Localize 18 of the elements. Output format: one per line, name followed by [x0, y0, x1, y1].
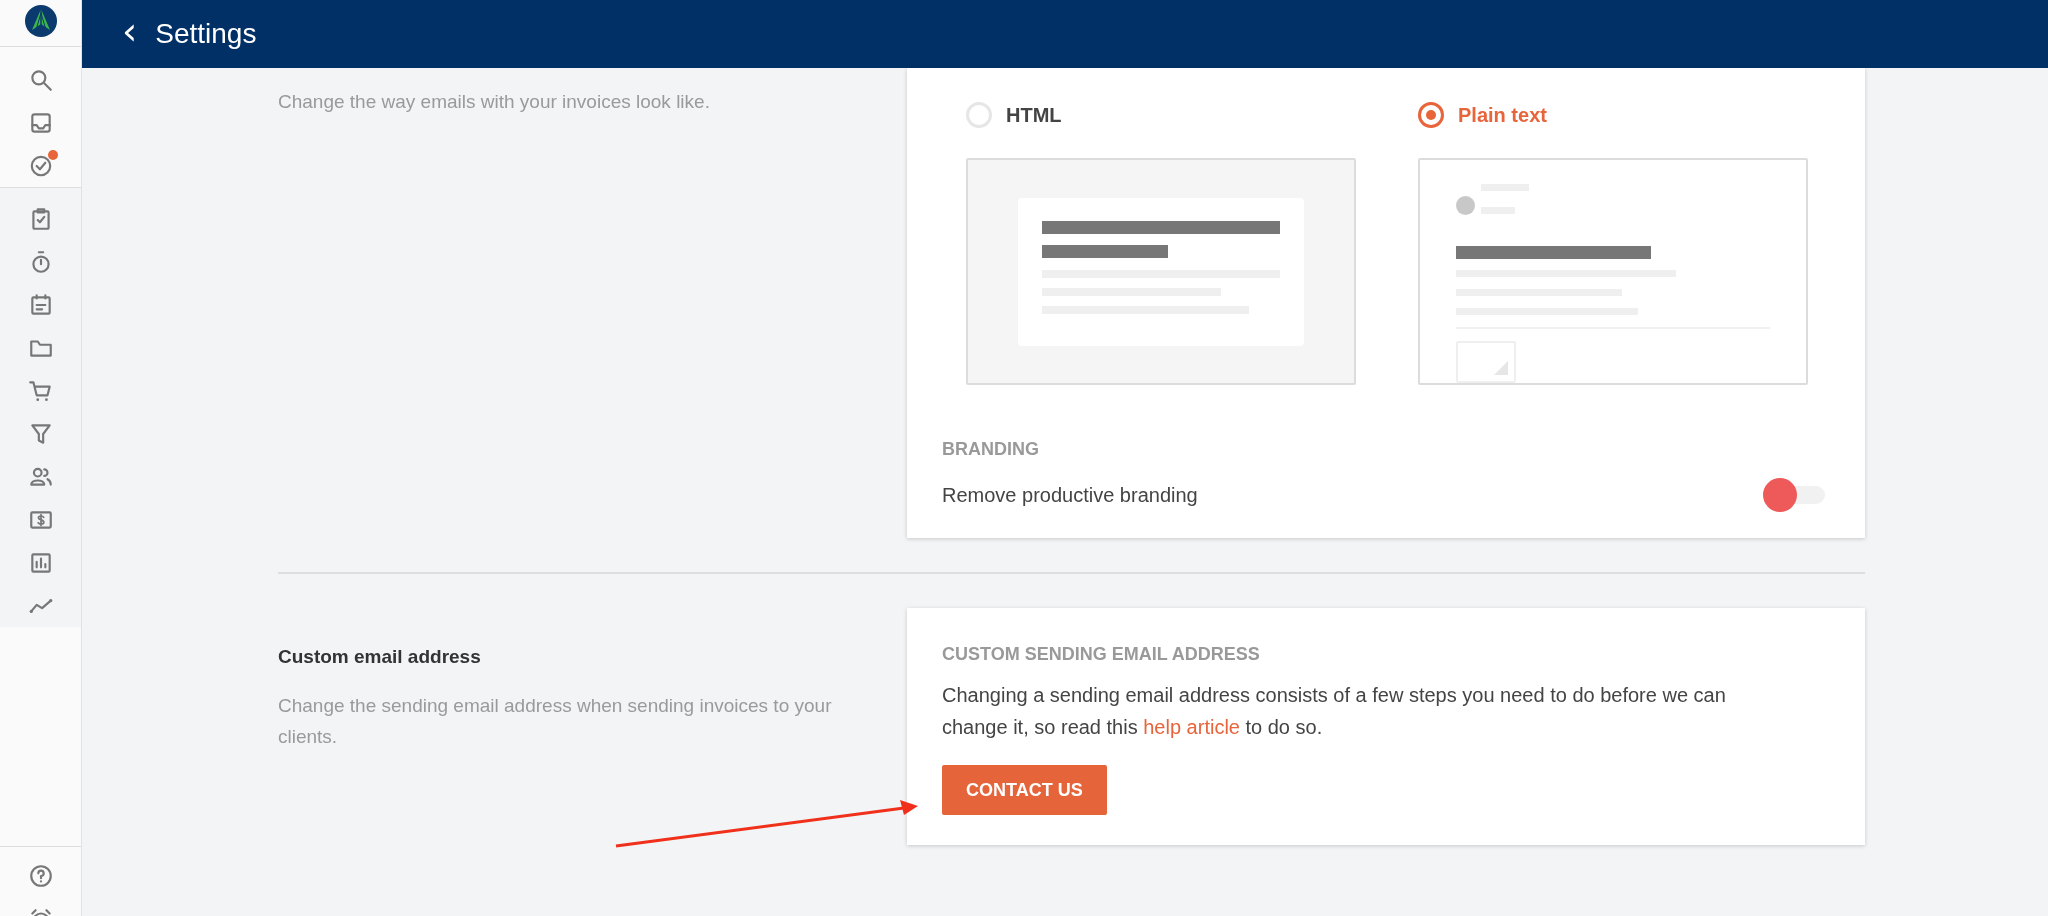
section-description: Change the sending email address when sending invoices to your clients. — [278, 694, 833, 749]
back-button[interactable]: ‹ — [118, 12, 142, 56]
contact-us-button[interactable]: CONTACT US — [942, 765, 1107, 815]
logo-icon[interactable] — [23, 4, 58, 38]
page-title: Settings — [155, 18, 257, 50]
help-article-link[interactable]: help article — [1143, 716, 1240, 738]
toggle-label: Remove productive branding — [942, 483, 1198, 507]
section-description: Change the way emails with your invoices look like. — [278, 90, 711, 114]
branding-heading: BRANDING — [942, 439, 1040, 460]
card-heading: CUSTOM SENDING EMAIL ADDRESS — [942, 644, 1261, 665]
format-option[interactable]: Plain text — [1418, 102, 1547, 128]
branding-toggle[interactable] — [1763, 478, 1825, 512]
section-title: Custom email address — [278, 646, 482, 668]
radio-button[interactable] — [1418, 102, 1444, 128]
help-icon[interactable] — [27, 863, 54, 889]
card-paragraph: Changing a sending email address consists of a few steps you need to do before we can change it, so read this help article to do so. — [942, 683, 1727, 740]
format-option[interactable]: HTML — [966, 102, 1062, 128]
cart-icon[interactable] — [27, 378, 54, 404]
